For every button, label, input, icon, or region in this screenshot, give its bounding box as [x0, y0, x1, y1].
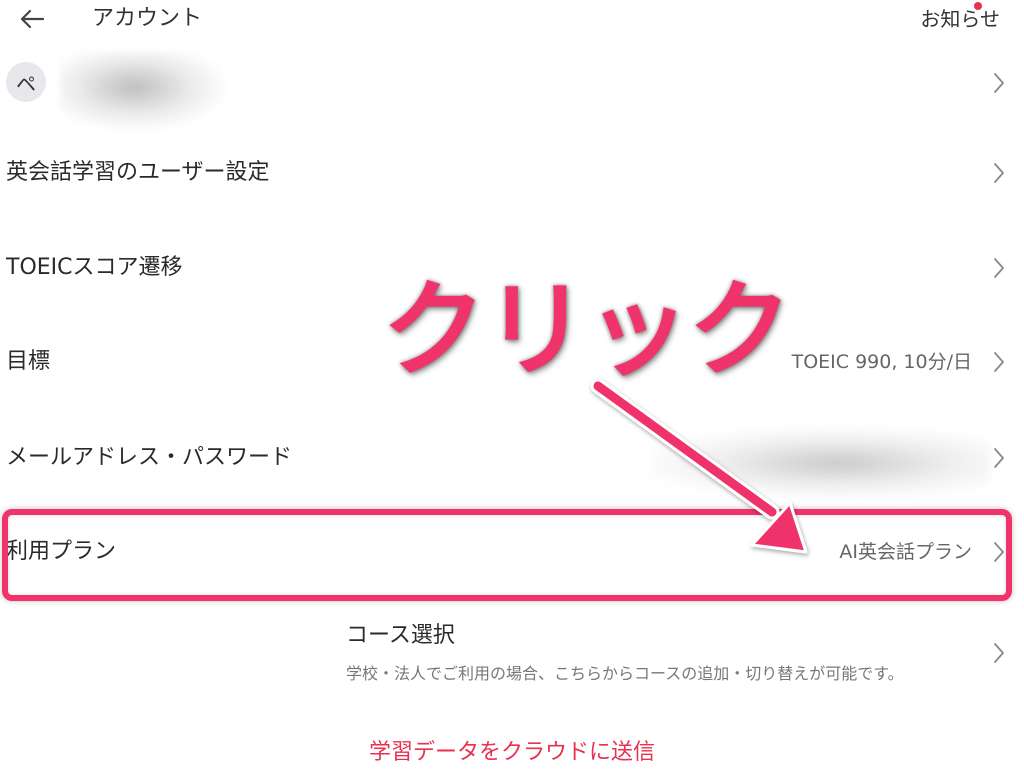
arrow-left-icon: [20, 9, 45, 29]
notifications-button[interactable]: お知らせ: [920, 2, 1000, 33]
notifications-label: お知らせ: [920, 7, 1000, 31]
back-button[interactable]: [14, 2, 50, 36]
click-annotation: クリック: [379, 268, 794, 393]
menu-item-label: TOEICスコア遷移: [6, 255, 183, 280]
profile-row[interactable]: ペ: [0, 46, 1024, 138]
chevron-right-icon: [994, 643, 1004, 663]
chevron-right-icon: [994, 352, 1004, 372]
avatar-initial: ペ: [16, 71, 36, 96]
send-to-cloud-link[interactable]: 学習データをクラウドに送信: [0, 736, 1024, 770]
menu-item-label: 目標: [6, 349, 51, 374]
course-selection-title: コース選択: [346, 623, 455, 648]
menu-item-label: メールアドレス・パスワード: [6, 445, 293, 470]
account-screen: アカウント お知らせ ペ 英会話学習のユーザー設定 TOEICスコア遷移 目標 …: [0, 0, 1024, 779]
goal-value: TOEIC 990, 10分/日: [791, 351, 972, 373]
chevron-right-icon: [994, 163, 1004, 183]
notification-dot: [974, 2, 982, 10]
menu-item-user-settings[interactable]: 英会話学習のユーザー設定: [0, 140, 1024, 210]
menu-item-label: 利用プラン: [6, 539, 117, 564]
menu-item-plan[interactable]: 利用プラン AI英会話プラン: [0, 518, 1024, 588]
app-header: アカウント お知らせ: [0, 0, 1024, 40]
chevron-right-icon: [994, 73, 1004, 93]
blurred-email: [650, 428, 990, 498]
chevron-right-icon: [994, 258, 1004, 278]
blurred-username: [60, 52, 225, 130]
menu-item-label: 英会話学習のユーザー設定: [6, 160, 270, 185]
chevron-right-icon: [994, 448, 1004, 468]
course-selection-description: 学校・法人でご利用の場合、こちらからコースの追加・切り替えが可能です。: [346, 664, 904, 683]
page-title: アカウント: [92, 6, 203, 31]
chevron-right-icon: [994, 542, 1004, 562]
plan-value: AI英会話プラン: [839, 541, 972, 563]
avatar: ペ: [6, 62, 46, 102]
